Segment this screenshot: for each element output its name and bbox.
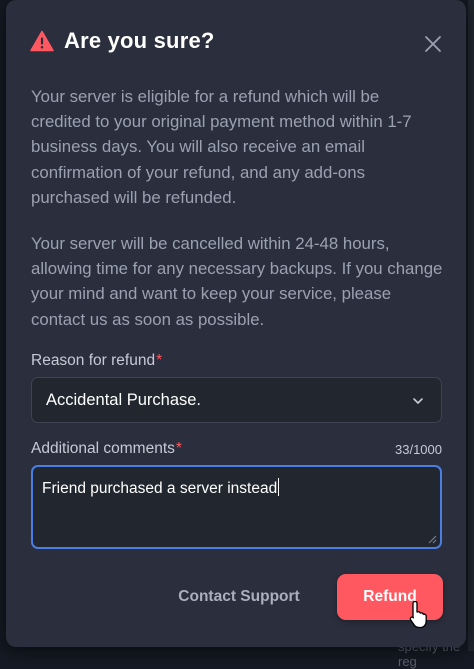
comments-value: Friend purchased a server instead [42,478,280,497]
close-icon[interactable] [424,35,442,53]
dialog-title: Are you sure? [64,28,215,53]
comments-textarea[interactable]: Friend purchased a server instead [31,465,442,549]
refund-info-text: Your server is eligible for a refund whi… [31,87,412,207]
backdrop-edge [468,0,474,651]
warning-icon [30,30,54,52]
required-mark: * [156,352,163,369]
chevron-down-icon [413,398,423,404]
reason-select[interactable]: Accidental Purchase. [31,377,442,423]
comments-label: Additional comments* [31,440,182,457]
reason-selected-value: Accidental Purchase. [46,390,202,409]
dialog-header: Are you sure? [30,24,444,58]
mouse-cursor-icon [409,600,427,629]
resize-grip-icon[interactable] [428,535,437,544]
cancellation-info-text: Your server will be cancelled within 24-… [31,234,443,329]
refund-confirm-dialog: Are you sure? Your server is eligible fo… [6,0,466,647]
contact-support-button[interactable]: Contact Support [168,583,310,611]
reason-label: Reason for refund* [31,352,163,369]
required-mark: * [175,440,182,457]
character-counter: 33/1000 [395,442,442,457]
text-caret [278,478,280,496]
